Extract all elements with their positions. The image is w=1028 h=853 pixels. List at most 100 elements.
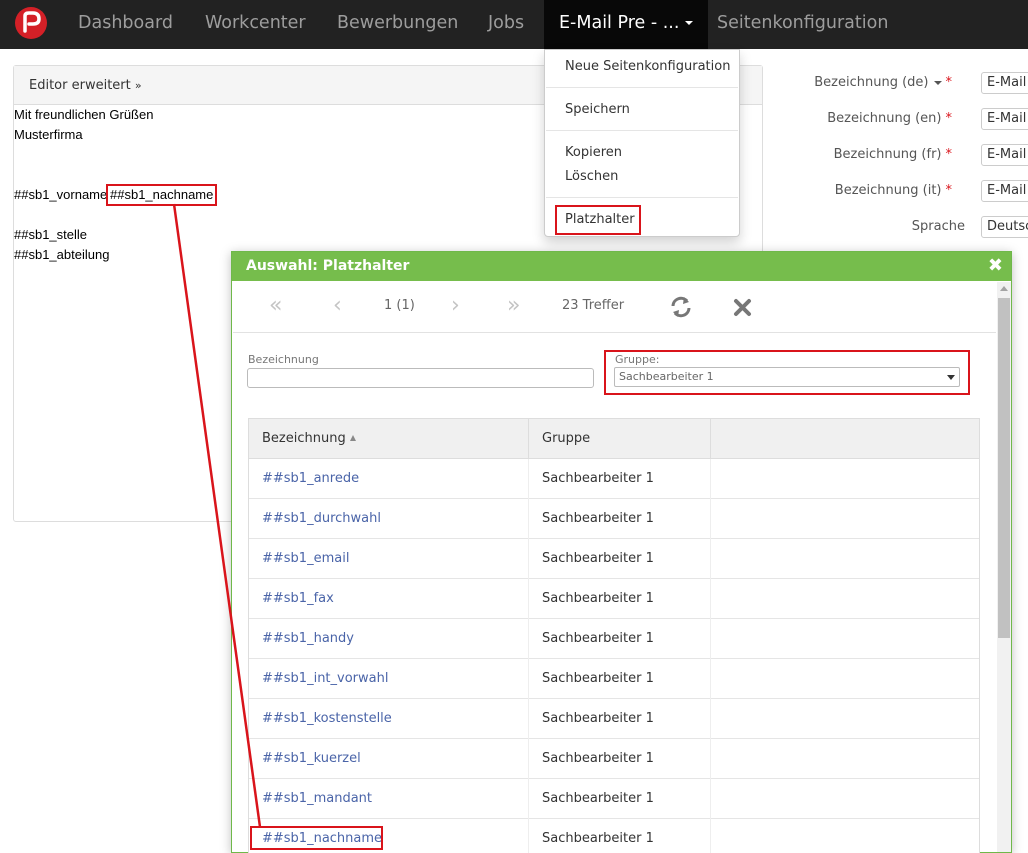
column-separator [528, 419, 529, 459]
column-separator [710, 619, 711, 659]
table-row[interactable]: ##sb1_kuerzel Sachbearbeiter 1 [249, 739, 979, 779]
menu-item-neue-seitenkonfiguration[interactable]: Neue Seitenkonfiguration [565, 59, 730, 74]
nav-active-label: E-Mail Pre - ... [559, 13, 680, 33]
platzhalter-modal: Auswahl: Platzhalter ✖ « ‹ 1 (1) › » 23 … [231, 251, 1012, 853]
nav-bewerbungen[interactable]: Bewerbungen [337, 0, 458, 49]
nav-dashboard[interactable]: Dashboard [78, 0, 173, 49]
column-separator [710, 459, 711, 499]
column-separator [710, 579, 711, 619]
cell-gruppe: Sachbearbeiter 1 [542, 631, 654, 646]
cell-bezeichnung[interactable]: ##sb1_kostenstelle [262, 711, 392, 726]
editor-line: ##sb1_stelle [14, 227, 87, 242]
cell-gruppe: Sachbearbeiter 1 [542, 551, 654, 566]
label-text: Bezeichnung (it) [834, 183, 942, 198]
column-separator [528, 739, 529, 779]
input-bezeichnung-en[interactable]: E-Mail [981, 108, 1028, 130]
required-mark: * [945, 75, 953, 90]
column-separator [528, 539, 529, 579]
column-separator [710, 779, 711, 819]
cell-bezeichnung[interactable]: ##sb1_int_vorwahl [262, 671, 388, 686]
bezeichnung-filter-input[interactable] [247, 368, 594, 388]
highlighted-placeholder[interactable]: ##sb1_nachname [106, 184, 218, 206]
cell-gruppe: Sachbearbeiter 1 [542, 591, 654, 606]
table-row[interactable]: ##sb1_mandant Sachbearbeiter 1 [249, 779, 979, 819]
cell-gruppe: Sachbearbeiter 1 [542, 751, 654, 766]
editor-expand-toggle[interactable]: Editor erweitert » [29, 78, 142, 93]
column-separator [710, 539, 711, 579]
nav-seitenkonfiguration[interactable]: Seitenkonfiguration [717, 0, 888, 49]
cell-bezeichnung[interactable]: ##sb1_handy [262, 631, 354, 646]
input-bezeichnung-fr[interactable]: E-Mail [981, 144, 1028, 166]
placeholder-table: Bezeichnung Gruppe ##sb1_anrede Sachbearb… [248, 418, 980, 853]
app-logo-icon[interactable] [15, 7, 47, 39]
column-header-gruppe[interactable]: Gruppe [542, 419, 590, 459]
required-mark: * [945, 147, 953, 162]
label-text: Bezeichnung (de) [814, 75, 929, 90]
clear-filter-icon[interactable] [733, 295, 753, 323]
pager-toolbar: « ‹ 1 (1) › » 23 Treffer [233, 281, 996, 333]
cell-bezeichnung[interactable]: ##sb1_durchwahl [262, 511, 381, 526]
label-bezeichnung-en: Bezeichnung (en) * [752, 111, 952, 126]
table-row[interactable]: ##sb1_anrede Sachbearbeiter 1 [249, 459, 979, 499]
scroll-up-arrow-icon[interactable] [1000, 286, 1008, 291]
nav-email-pre-dropdown[interactable]: E-Mail Pre - ... [544, 0, 709, 49]
label-bezeichnung-de: Bezeichnung (de) * [752, 75, 952, 90]
email-pre-dropdown-menu: Neue Seitenkonfiguration Speichern Kopie… [544, 49, 740, 237]
column-separator [528, 659, 529, 699]
caret-down-icon[interactable] [933, 80, 942, 85]
editor-toggle-label: Editor erweitert [29, 78, 131, 93]
column-separator [710, 819, 711, 853]
column-header-label: Bezeichnung [262, 431, 346, 446]
column-separator [710, 499, 711, 539]
prev-page-icon[interactable]: ‹ [333, 295, 342, 317]
refresh-icon[interactable] [669, 295, 693, 323]
scrollbar-thumb[interactable] [998, 298, 1010, 638]
cell-bezeichnung[interactable]: ##sb1_anrede [262, 471, 359, 486]
table-row[interactable]: ##sb1_durchwahl Sachbearbeiter 1 [249, 499, 979, 539]
last-page-icon[interactable]: » [507, 295, 520, 317]
column-separator [710, 739, 711, 779]
table-row[interactable]: ##sb1_fax Sachbearbeiter 1 [249, 579, 979, 619]
menu-item-loeschen[interactable]: Löschen [565, 169, 618, 184]
menu-item-kopieren[interactable]: Kopieren [565, 145, 622, 160]
select-sprache[interactable]: Deutsc [981, 216, 1028, 238]
top-navbar: Dashboard Workcenter Bewerbungen Jobs E-… [0, 0, 1028, 49]
label-text: Bezeichnung (fr) [833, 147, 942, 162]
table-row[interactable]: ##sb1_handy Sachbearbeiter 1 [249, 619, 979, 659]
cell-bezeichnung[interactable]: ##sb1_fax [262, 591, 334, 606]
nav-jobs[interactable]: Jobs [488, 0, 524, 49]
table-row[interactable]: ##sb1_email Sachbearbeiter 1 [249, 539, 979, 579]
column-separator [710, 699, 711, 739]
column-separator [528, 579, 529, 619]
modal-title: Auswahl: Platzhalter [246, 258, 410, 274]
first-page-icon[interactable]: « [269, 295, 282, 317]
input-bezeichnung-it[interactable]: E-Mail [981, 180, 1028, 202]
gruppe-highlight-box [604, 350, 970, 395]
cell-bezeichnung[interactable]: ##sb1_email [262, 551, 349, 566]
column-separator [710, 659, 711, 699]
column-separator [710, 419, 711, 459]
cell-gruppe: Sachbearbeiter 1 [542, 671, 654, 686]
menu-item-speichern[interactable]: Speichern [565, 102, 630, 117]
column-separator [528, 699, 529, 739]
cell-gruppe: Sachbearbeiter 1 [542, 511, 654, 526]
cell-gruppe: Sachbearbeiter 1 [542, 711, 654, 726]
table-row[interactable]: ##sb1_kostenstelle Sachbearbeiter 1 [249, 699, 979, 739]
nav-workcenter[interactable]: Workcenter [205, 0, 306, 49]
cell-bezeichnung[interactable]: ##sb1_kuerzel [262, 751, 361, 766]
cell-bezeichnung[interactable]: ##sb1_mandant [262, 791, 372, 806]
platzhalter-highlight-box [555, 205, 641, 235]
label-bezeichnung-fr: Bezeichnung (fr) * [752, 147, 952, 162]
close-icon[interactable]: ✖ [988, 255, 1003, 277]
menu-divider [546, 130, 738, 131]
table-row[interactable]: ##sb1_int_vorwahl Sachbearbeiter 1 [249, 659, 979, 699]
table-row[interactable]: ##sb1_nachname Sachbearbeiter 1 [249, 819, 979, 853]
editor-line: ##sb1_abteilung [14, 247, 110, 262]
editor-content[interactable]: Mit freundlichen Grüßen Musterfirma ##sb… [14, 105, 544, 275]
input-bezeichnung-de[interactable]: E-Mail [981, 72, 1028, 94]
column-separator [528, 499, 529, 539]
column-header-bezeichnung[interactable]: Bezeichnung [262, 419, 356, 459]
label-sprache: Sprache [911, 219, 965, 234]
modal-scrollbar[interactable] [997, 282, 1011, 852]
next-page-icon[interactable]: › [451, 295, 460, 317]
